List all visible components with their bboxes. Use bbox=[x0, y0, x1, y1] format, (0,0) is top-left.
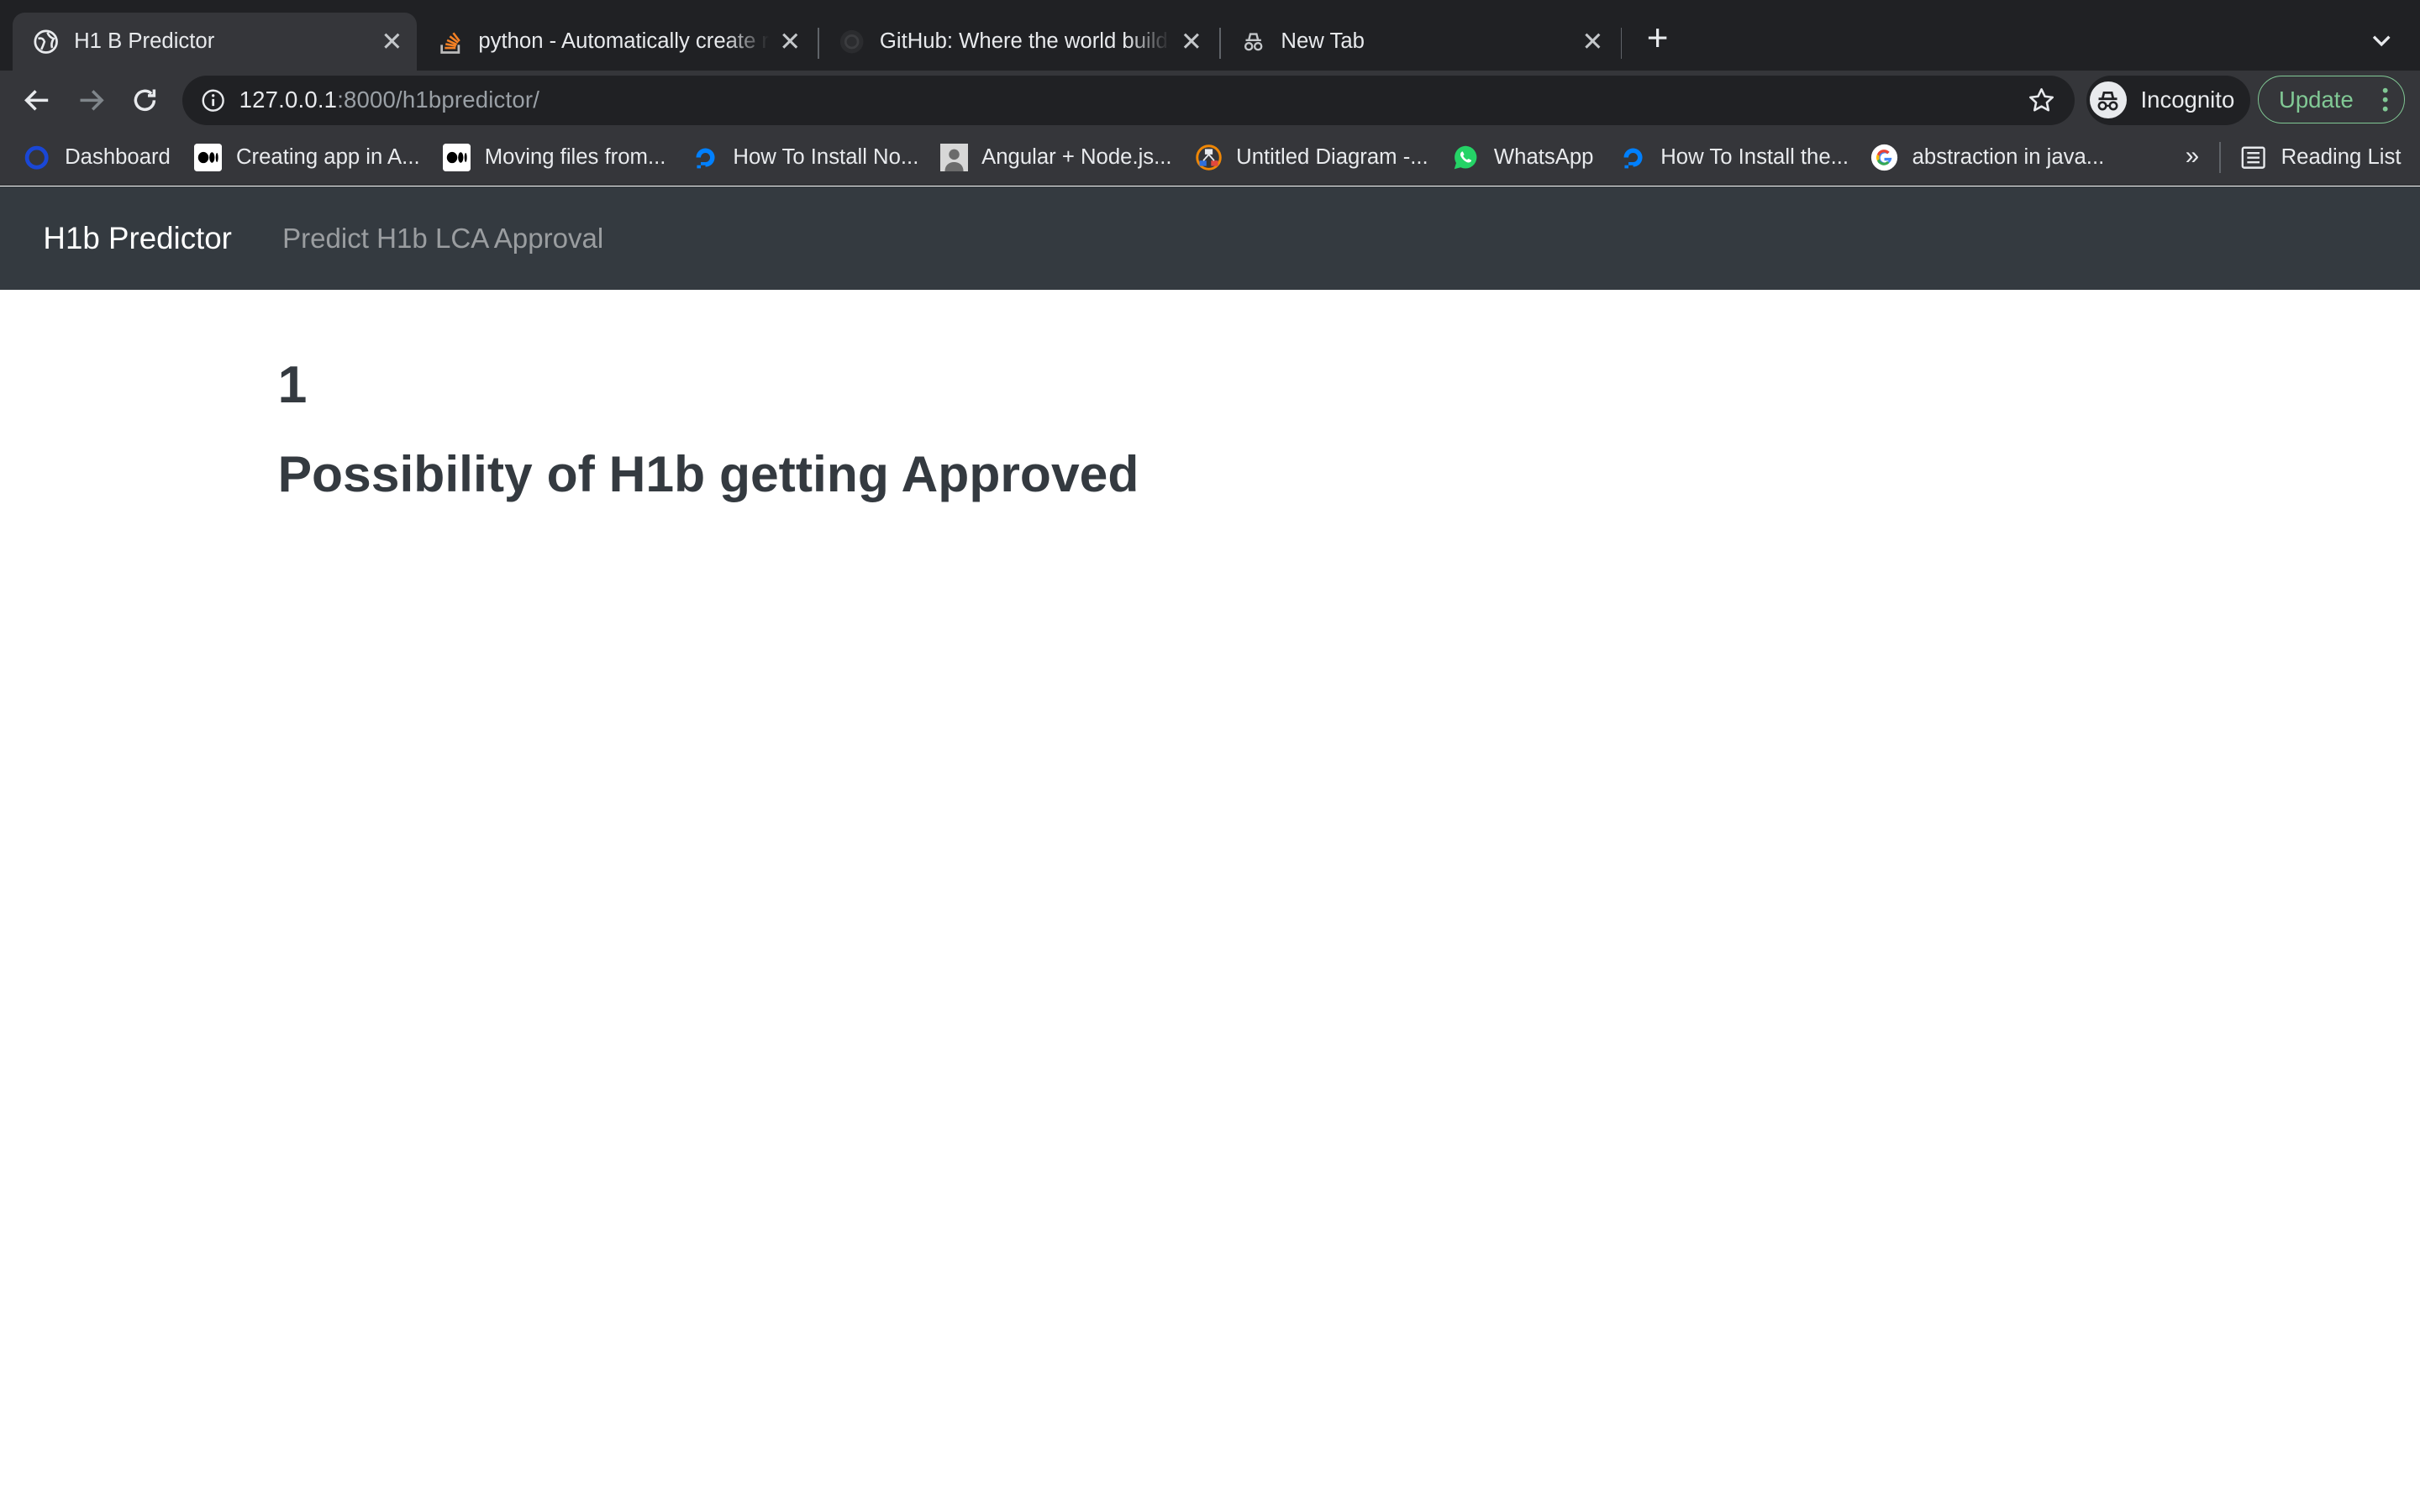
tab-title: GitHub: Where the world builds bbox=[879, 29, 1171, 54]
digitalocean-icon bbox=[1619, 144, 1647, 171]
close-tab-icon[interactable]: ✕ bbox=[1577, 26, 1608, 57]
bookmark-creating-app[interactable]: Creating app in A... bbox=[194, 129, 420, 185]
tab-stackoverflow[interactable]: python - Automatically create r ✕ bbox=[417, 12, 815, 71]
site-info-icon[interactable] bbox=[201, 88, 225, 113]
close-tab-icon[interactable]: ✕ bbox=[376, 26, 408, 57]
close-tab-icon[interactable]: ✕ bbox=[775, 26, 806, 57]
medium-icon bbox=[443, 143, 471, 171]
bookmark-label: Moving files from... bbox=[484, 144, 666, 169]
more-bookmarks-button[interactable]: » bbox=[2186, 142, 2199, 171]
forward-arrow-icon bbox=[80, 90, 104, 111]
new-tab-button[interactable]: + bbox=[1639, 19, 1676, 59]
kebab-menu-icon[interactable] bbox=[2382, 87, 2388, 112]
address-bar[interactable]: 127.0.0.1:8000/h1bpredictor/ bbox=[182, 75, 2075, 125]
globe-icon bbox=[34, 29, 59, 54]
profile-label: Incognito bbox=[2140, 87, 2235, 113]
reading-list-label: Reading List bbox=[2281, 144, 2402, 169]
bookmark-label: Creating app in A... bbox=[235, 144, 420, 169]
bookmark-angular-node[interactable]: Angular + Node.js... bbox=[939, 129, 1172, 185]
bookmark-install-node[interactable]: How To Install No... bbox=[692, 129, 919, 185]
tab-title: New Tab bbox=[1281, 29, 1365, 54]
tab-search-chevron-icon[interactable] bbox=[2365, 24, 2398, 58]
dashboard-icon bbox=[24, 144, 51, 171]
digitalocean-icon bbox=[692, 144, 719, 171]
incognito-icon bbox=[1241, 29, 1265, 54]
back-button[interactable] bbox=[18, 81, 55, 118]
bookmark-moving-files[interactable]: Moving files from... bbox=[443, 129, 666, 185]
drawio-icon bbox=[1195, 144, 1223, 171]
avatar-icon bbox=[939, 143, 968, 171]
bookmark-whatsapp[interactable]: WhatsApp bbox=[1452, 129, 1593, 185]
back-arrow-icon bbox=[24, 90, 48, 111]
url-text: 127.0.0.1:8000/h1bpredictor/ bbox=[239, 87, 540, 113]
tab-title: H1 B Predictor bbox=[74, 29, 215, 54]
google-icon bbox=[1870, 144, 1898, 171]
update-label: Update bbox=[2278, 86, 2354, 113]
nav-link-predict[interactable]: Predict H1b LCA Approval bbox=[282, 223, 603, 255]
incognito-profile-button[interactable]: Incognito bbox=[2086, 75, 2250, 125]
close-tab-icon[interactable]: ✕ bbox=[1176, 26, 1207, 57]
bookmark-label: Dashboard bbox=[65, 144, 171, 169]
update-button[interactable]: Update bbox=[2258, 75, 2405, 124]
browser-toolbar: 127.0.0.1:8000/h1bpredictor/ Incognito U… bbox=[0, 71, 2420, 130]
reload-button[interactable] bbox=[127, 81, 164, 118]
navbar-brand[interactable]: H1b Predictor bbox=[43, 221, 232, 256]
forward-button[interactable] bbox=[72, 81, 109, 118]
prediction-result-value: 1 bbox=[277, 355, 308, 415]
tab-strip: H1 B Predictor ✕ python - Automatically … bbox=[0, 0, 2420, 71]
tab-new-tab[interactable]: New Tab ✕ bbox=[1219, 13, 1618, 71]
bookmark-install-the[interactable]: How To Install the... bbox=[1619, 129, 1849, 185]
bookmark-star-icon[interactable] bbox=[2028, 87, 2055, 114]
reading-list-icon bbox=[2239, 144, 2267, 171]
whatsapp-icon bbox=[1452, 144, 1480, 171]
bookmarks-bar: Dashboard Creating app in A... Moving fi… bbox=[0, 129, 2420, 186]
bookmark-label: Untitled Diagram -... bbox=[1236, 144, 1428, 169]
prediction-heading: Possibility of H1b getting Approved bbox=[277, 444, 1139, 502]
tab-h1b-predictor[interactable]: H1 B Predictor ✕ bbox=[12, 12, 417, 71]
incognito-icon bbox=[2089, 81, 2127, 119]
bookmark-abstraction-java[interactable]: abstraction in java... bbox=[1870, 129, 2104, 185]
stackoverflow-icon bbox=[439, 29, 463, 54]
bookmark-label: Angular + Node.js... bbox=[981, 144, 1172, 169]
medium-icon bbox=[194, 143, 223, 171]
bookmark-label: abstraction in java... bbox=[1912, 144, 2105, 169]
github-icon bbox=[839, 29, 864, 54]
reload-icon bbox=[134, 89, 156, 112]
tab-github[interactable]: GitHub: Where the world builds ✕ bbox=[818, 12, 1216, 71]
bookmark-label: How To Install the... bbox=[1660, 144, 1849, 169]
bookmark-label: How To Install No... bbox=[733, 144, 919, 169]
bookmark-dashboard[interactable]: Dashboard bbox=[24, 129, 171, 185]
bookmark-untitled-diagram[interactable]: Untitled Diagram -... bbox=[1195, 129, 1428, 185]
bookmark-label: WhatsApp bbox=[1493, 144, 1594, 169]
reading-list-button[interactable]: Reading List bbox=[2239, 129, 2402, 185]
site-navbar: H1b Predictor Predict H1b LCA Approval bbox=[0, 186, 2420, 291]
tab-title: python - Automatically create r bbox=[478, 29, 769, 54]
